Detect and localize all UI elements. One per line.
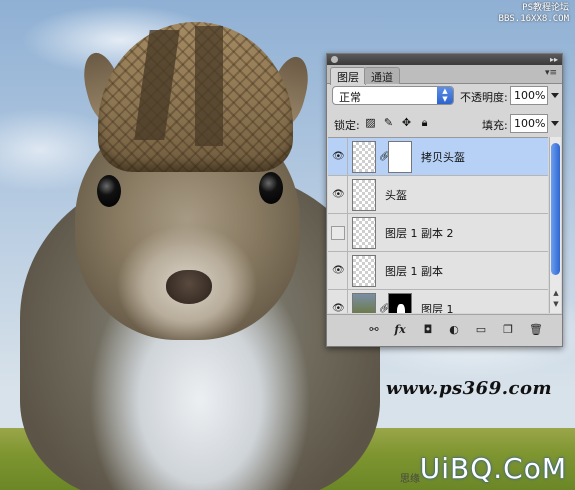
watermark-bottom-small: 思缘 [400, 474, 420, 485]
layer-name: 图层 1 副本 [385, 265, 443, 278]
fill-value: 100% [514, 117, 546, 130]
eye-icon[interactable]: 👁︎ [332, 264, 345, 278]
visibility-toggle[interactable] [328, 214, 348, 252]
fill-dropdown-icon[interactable] [551, 121, 559, 126]
layers-list: 👁︎ 🔗︎ 拷贝头盔 👁︎ 头盔 图层 1 副本 2 👁︎ 图层 1 副本 👁︎… [328, 137, 548, 313]
layers-scrollbar[interactable]: ▲ ▼ [549, 137, 561, 313]
watermark-top-line2: BBS.16XX8.COM [498, 14, 569, 24]
fx-icon[interactable]: fx [393, 323, 407, 337]
eye-icon[interactable]: 👁︎ [332, 302, 345, 313]
layers-panel: ▸▸ 图层 通道 ▾≡ 正常 ▲ ▼ 不透明度: 100% 锁定: ▨ ✎ ✥ 🔒… [326, 53, 563, 347]
opacity-dropdown-icon[interactable] [551, 93, 559, 98]
hidden-eye-box[interactable] [331, 226, 345, 240]
watermark-url: www.ps369.com [386, 378, 553, 399]
new-layer-icon[interactable]: ❐ [501, 323, 515, 337]
squirrel-right-eye [259, 172, 283, 204]
eye-icon[interactable]: 👁︎ [332, 188, 345, 202]
lock-paint-icon[interactable]: ✎ [382, 116, 395, 129]
fill-field[interactable]: 100% [510, 114, 548, 133]
layer-thumbnail [352, 293, 376, 313]
visibility-toggle[interactable]: 👁︎ [328, 138, 348, 176]
layer-thumbnail [352, 141, 376, 173]
layer-mask-thumbnail[interactable] [388, 141, 412, 173]
trash-icon[interactable]: 🗑︎ [529, 323, 543, 337]
chain-link-icon[interactable]: 🔗︎ [379, 303, 390, 313]
eye-icon[interactable]: 👁︎ [332, 150, 345, 164]
layer-row[interactable]: 👁︎ 🔗︎ 拷贝头盔 [328, 138, 548, 176]
mask-shape [397, 304, 405, 313]
layer-name: 图层 1 副本 2 [385, 227, 454, 240]
layer-thumbnail [352, 217, 376, 249]
lock-label: 锁定: [334, 119, 360, 132]
folder-icon[interactable]: ▭ [474, 323, 488, 337]
scroll-down-icon[interactable]: ▼ [551, 300, 561, 310]
panel-titlebar[interactable]: ▸▸ [327, 54, 562, 65]
watermark-bottom: UiBQ.CoM [419, 452, 567, 485]
watermark-top: PS教程论坛 BBS.16XX8.COM [499, 3, 569, 25]
layer-name: 拷贝头盔 [421, 151, 465, 164]
lock-row: 锁定: ▨ ✎ ✥ 🔒︎ 填充: 100% [332, 114, 559, 136]
lock-transparency-icon[interactable]: ▨ [364, 116, 377, 129]
layer-thumbnail [352, 255, 376, 287]
fill-label: 填充: [482, 119, 508, 132]
squirrel-nose [166, 270, 212, 304]
opacity-value: 100% [514, 89, 546, 102]
lock-all-icon[interactable]: 🔒︎ [418, 116, 431, 129]
layer-row[interactable]: 👁︎ 图层 1 副本 [328, 252, 548, 290]
visibility-toggle[interactable]: 👁︎ [328, 176, 348, 214]
watermark-top-line1: PS教程论坛 [522, 3, 569, 13]
collapse-icon[interactable]: ▸▸ [550, 54, 558, 65]
layer-row[interactable]: 👁︎ 🔗︎ 图层 1 [328, 290, 548, 313]
updown-arrows-icon: ▲ ▼ [437, 87, 453, 104]
scroll-up-icon[interactable]: ▲ [551, 289, 561, 299]
opacity-label: 不透明度: [460, 91, 508, 104]
layer-thumbnail [352, 179, 376, 211]
panel-tabs: 图层 通道 ▾≡ [327, 65, 562, 85]
helmet-stripe [195, 26, 223, 146]
visibility-toggle[interactable]: 👁︎ [328, 252, 348, 290]
chain-link-icon[interactable]: 🔗︎ [379, 151, 390, 163]
lock-position-icon[interactable]: ✥ [400, 116, 413, 129]
blend-row: 正常 ▲ ▼ 不透明度: 100% [332, 86, 559, 108]
scrollbar-thumb[interactable] [551, 143, 560, 275]
layer-row[interactable]: 👁︎ 头盔 [328, 176, 548, 214]
layer-name: 头盔 [385, 189, 407, 202]
panel-menu-icon[interactable]: ▾≡ [545, 68, 557, 78]
opacity-field[interactable]: 100% [510, 86, 548, 105]
tab-channels[interactable]: 通道 [364, 67, 400, 84]
add-mask-icon[interactable]: ◘ [421, 323, 435, 337]
layer-row[interactable]: 图层 1 副本 2 [328, 214, 548, 252]
squirrel-left-eye [97, 175, 121, 207]
visibility-toggle[interactable]: 👁︎ [328, 290, 348, 313]
close-icon[interactable] [331, 56, 338, 63]
adjustment-layer-icon[interactable]: ◐ [447, 323, 461, 337]
tab-layers[interactable]: 图层 [330, 67, 366, 85]
blend-mode-value: 正常 [339, 91, 361, 104]
layer-name: 图层 1 [421, 303, 454, 313]
layer-mask-thumbnail[interactable] [388, 293, 412, 313]
panel-bottom-bar: ⚯ fx ◘ ◐ ▭ ❐ 🗑︎ [327, 314, 562, 346]
blend-mode-select[interactable]: 正常 ▲ ▼ [332, 86, 454, 105]
link-layers-icon[interactable]: ⚯ [367, 323, 381, 337]
